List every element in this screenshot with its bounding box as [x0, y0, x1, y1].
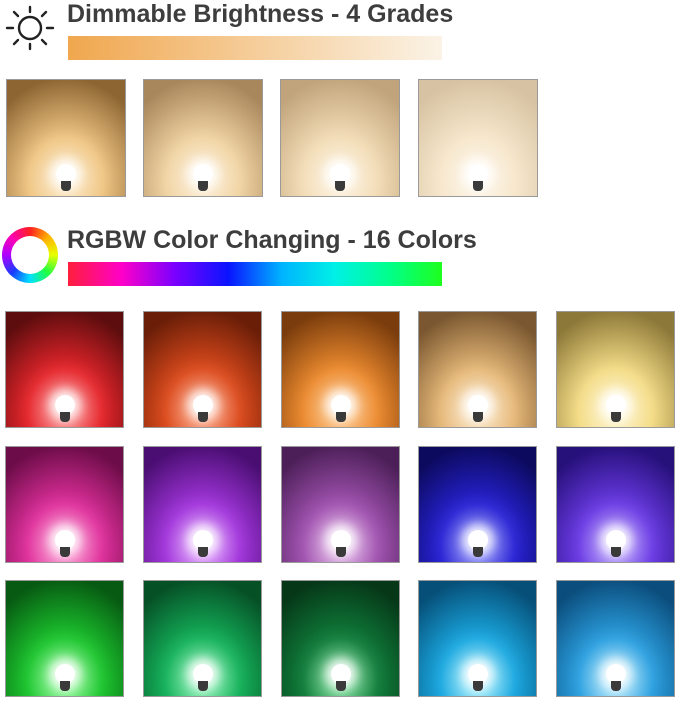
brightness-panel	[6, 79, 126, 197]
light-bulb-icon	[54, 395, 75, 422]
light-bulb-icon	[192, 395, 213, 422]
light-bulb-icon	[54, 664, 75, 691]
color-panel	[143, 311, 262, 428]
light-bulb-icon	[193, 164, 213, 191]
color-panel	[556, 580, 675, 697]
color-panel	[281, 446, 400, 563]
color-panel	[143, 446, 262, 563]
brightness-panel	[418, 79, 538, 197]
light-bulb-icon	[192, 530, 213, 557]
brightness-title: Dimmable Brightness - 4 Grades	[67, 0, 454, 28]
brightness-panel	[280, 79, 400, 197]
light-bulb-icon	[330, 530, 351, 557]
light-bulb-icon	[192, 664, 213, 691]
light-bulb-icon	[467, 530, 488, 557]
sun-icon	[5, 5, 55, 51]
color-wheel-icon	[1, 226, 59, 284]
color-panel	[556, 311, 675, 428]
light-bulb-icon	[605, 530, 626, 557]
light-bulb-icon	[54, 530, 75, 557]
light-bulb-icon	[467, 664, 488, 691]
color-panel	[418, 311, 537, 428]
light-bulb-icon	[605, 664, 626, 691]
light-bulb-icon	[330, 664, 351, 691]
brightness-panel	[143, 79, 263, 197]
light-bulb-icon	[468, 164, 488, 191]
color-panel	[143, 580, 262, 697]
color-panel	[556, 446, 675, 563]
color-panel	[418, 446, 537, 563]
color-panel	[5, 446, 124, 563]
light-bulb-icon	[467, 395, 488, 422]
light-bulb-icon	[605, 395, 626, 422]
colors-title: RGBW Color Changing - 16 Colors	[67, 226, 477, 254]
color-gradient-bar	[68, 262, 442, 286]
color-panel	[418, 580, 537, 697]
light-bulb-icon	[330, 395, 351, 422]
color-panel	[5, 311, 124, 428]
light-bulb-icon	[330, 164, 350, 191]
color-panel	[5, 580, 124, 697]
light-bulb-icon	[56, 164, 76, 191]
color-panel	[281, 311, 400, 428]
color-panel	[281, 580, 400, 697]
brightness-gradient-bar	[68, 36, 442, 60]
